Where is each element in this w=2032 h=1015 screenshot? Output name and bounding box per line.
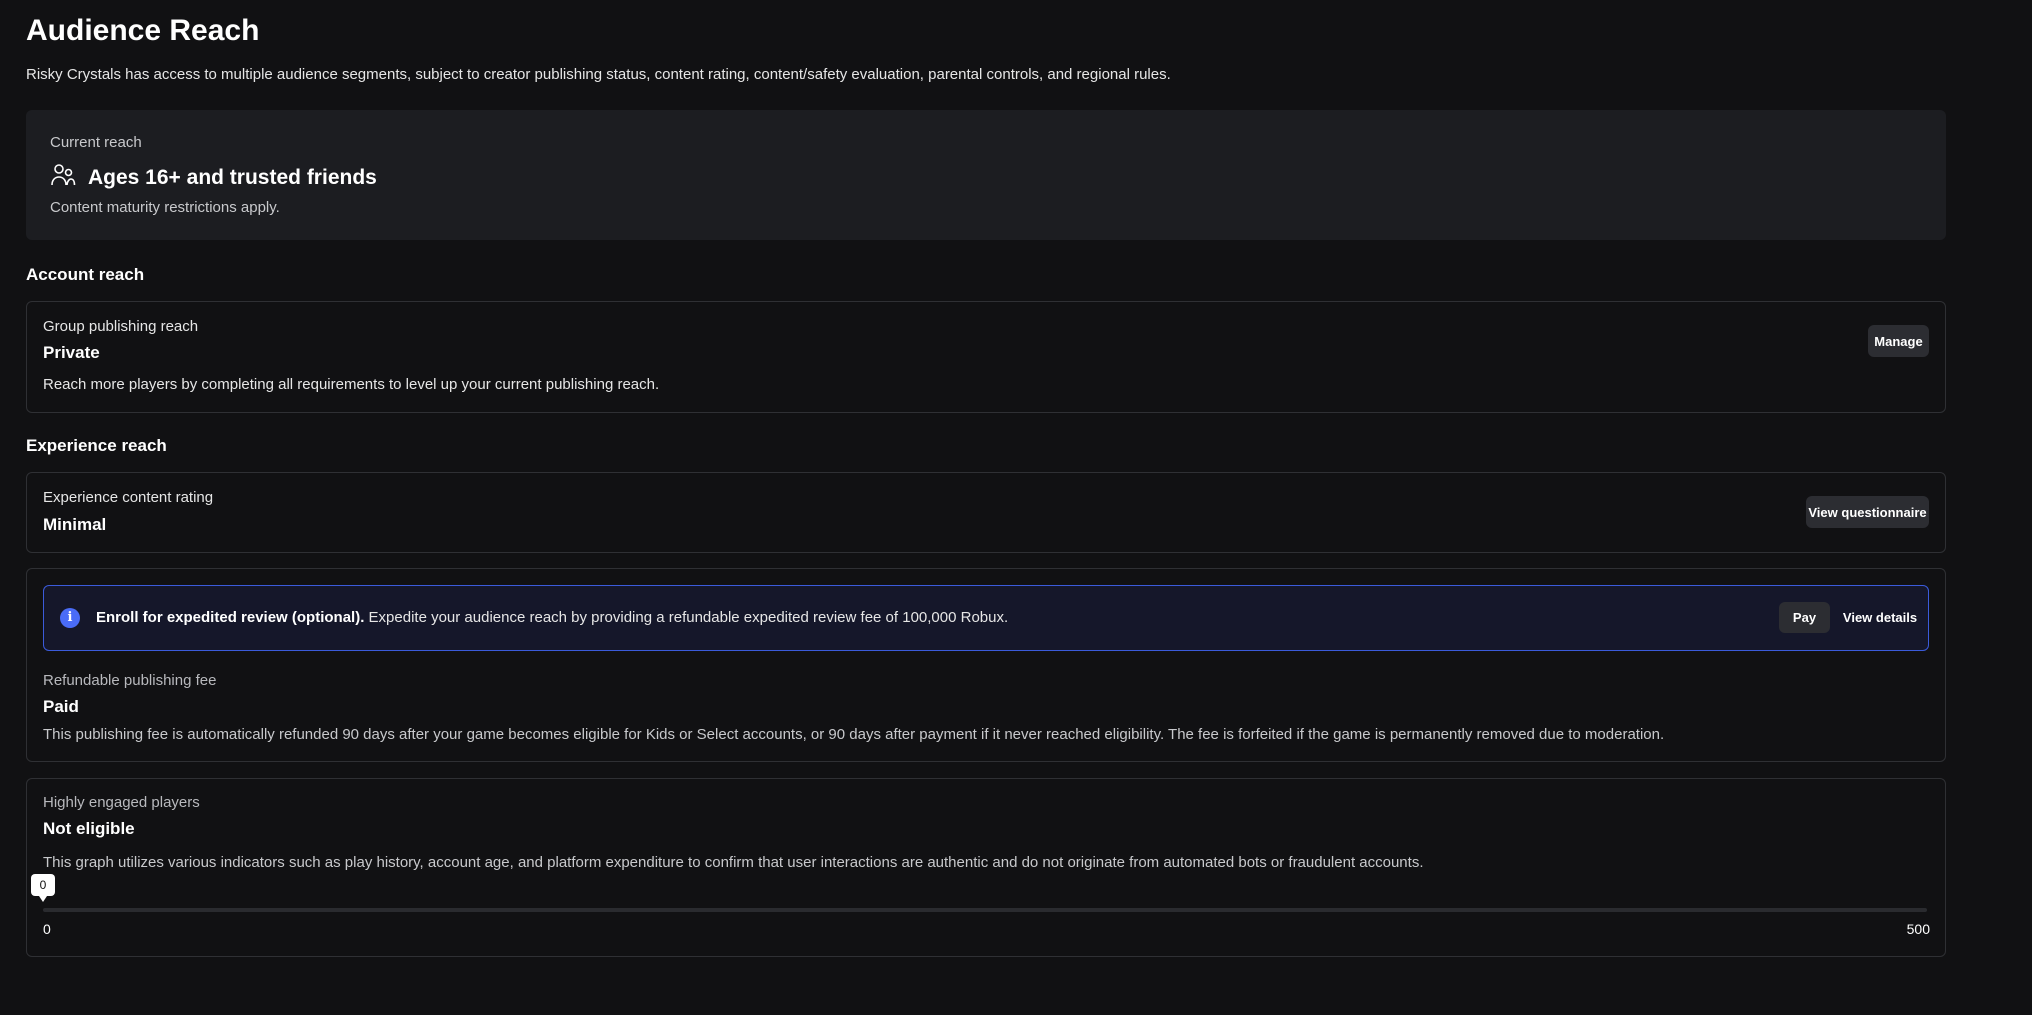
expedited-review-title: Enroll for expedited review (optional). <box>96 609 365 626</box>
engaged-players-card: Highly engaged players Not eligible This… <box>26 778 1946 957</box>
info-icon: i <box>60 608 80 628</box>
content-rating-card: Experience content rating Minimal View q… <box>26 472 1946 553</box>
current-reach-title: Ages 16+ and trusted friends <box>88 165 377 189</box>
publishing-fee-label: Refundable publishing fee <box>43 672 217 689</box>
slider-max-label: 500 <box>1906 921 1930 937</box>
group-publishing-description: Reach more players by completing all req… <box>43 376 660 393</box>
group-publishing-card: Group publishing reach Private Reach mor… <box>26 301 1946 413</box>
publishing-fee-value: Paid <box>43 697 79 716</box>
view-questionnaire-button[interactable]: View questionnaire <box>1806 496 1929 528</box>
current-reach-subtitle: Content maturity restrictions apply. <box>50 199 280 216</box>
publishing-fee-description: This publishing fee is automatically ref… <box>43 726 1665 743</box>
engaged-players-description: This graph utilizes various indicators s… <box>43 854 1424 871</box>
engaged-players-label: Highly engaged players <box>43 794 200 811</box>
manage-button[interactable]: Manage <box>1868 325 1929 357</box>
slider-min-label: 0 <box>43 921 51 937</box>
view-details-button[interactable]: View details <box>1839 602 1921 633</box>
pay-button[interactable]: Pay <box>1779 602 1830 633</box>
group-publishing-value: Private <box>43 343 100 362</box>
current-reach-card: Current reach Ages 16+ and trusted frien… <box>26 110 1946 240</box>
expedited-review-banner: i Enroll for expedited review (optional)… <box>43 585 1929 651</box>
content-rating-value: Minimal <box>43 515 107 534</box>
content-rating-label: Experience content rating <box>43 489 214 506</box>
experience-reach-heading: Experience reach <box>26 436 167 455</box>
engaged-players-value: Not eligible <box>43 819 135 838</box>
engaged-players-slider-track <box>43 908 1927 912</box>
current-reach-label: Current reach <box>50 134 142 151</box>
page-description: Risky Crystals has access to multiple au… <box>26 66 1171 83</box>
group-publishing-label: Group publishing reach <box>43 318 199 335</box>
users-icon <box>50 162 76 193</box>
expedited-review-text: Expedite your audience reach by providin… <box>364 609 1009 626</box>
page-title: Audience Reach <box>26 14 260 47</box>
publishing-fee-card: i Enroll for expedited review (optional)… <box>26 568 1946 762</box>
slider-value-tooltip: 0 <box>31 874 55 902</box>
account-reach-heading: Account reach <box>26 265 145 284</box>
